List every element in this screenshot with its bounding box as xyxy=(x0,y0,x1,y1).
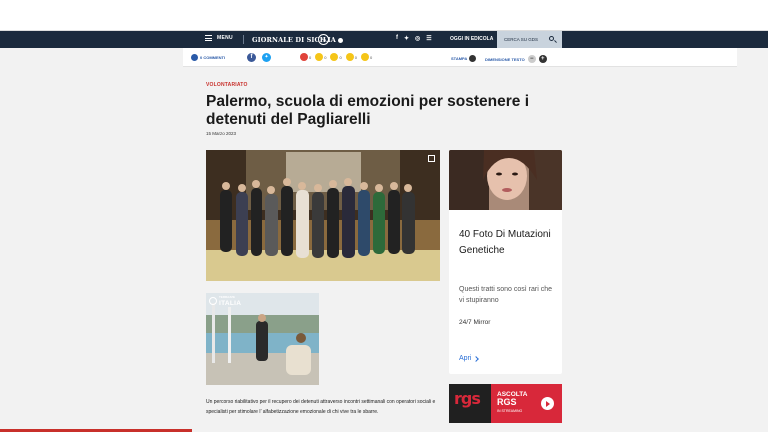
group-photo-illustration xyxy=(206,150,440,281)
nav-divider xyxy=(243,35,244,44)
terrazze-italia-logo: TERRAZZE ITALIA xyxy=(209,295,241,307)
search-icon[interactable] xyxy=(549,36,554,41)
search-label: CERCA SU GDS xyxy=(504,37,539,42)
menu-label: MENU xyxy=(217,35,233,41)
rgs-logo-panel: rgs xyxy=(449,384,491,423)
site-logo[interactable]: GIORNALE DI SICILIA xyxy=(252,36,343,44)
article-title: Palermo, scuola di emozioni per sostener… xyxy=(206,93,530,128)
instagram-icon[interactable]: ◎ xyxy=(415,35,420,42)
main-navbar: MENU GIORNALE DI SICILIA PA f ✦ ◎ ☰ OGGI… xyxy=(0,31,768,48)
menu-button[interactable]: MENU xyxy=(205,35,233,41)
text-size-control: DIMENSIONE TESTO − + xyxy=(485,55,547,63)
ad-open-link[interactable]: Apri xyxy=(459,355,480,362)
reaction-laugh[interactable]: 0 xyxy=(360,53,372,61)
chevron-right-icon xyxy=(473,355,480,362)
expand-photo-icon[interactable] xyxy=(428,155,435,162)
print-button[interactable]: STAMPA xyxy=(451,55,477,62)
ad-open-label: Apri xyxy=(459,355,472,362)
ad-strip-border xyxy=(0,0,768,31)
rss-icon[interactable]: ☰ xyxy=(426,35,431,42)
reaction-happy[interactable]: 0 xyxy=(345,53,357,61)
ad-description: Questi tratti sono così rari che vi stup… xyxy=(459,286,552,304)
radio-line-2: RGS xyxy=(497,397,517,407)
decrease-text-icon[interactable]: − xyxy=(527,55,536,63)
comments-link[interactable]: 0 COMMENTI xyxy=(191,54,225,61)
article-body-text: Un percorso riabilitativo per il recuper… xyxy=(206,399,436,415)
reactions-bar: 0 0 0 0 0 xyxy=(300,53,372,61)
share-facebook-icon[interactable]: f xyxy=(247,53,256,62)
twitter-icon[interactable]: ✦ xyxy=(404,35,409,42)
comments-label: 0 COMMENTI xyxy=(200,55,226,60)
top-ad-strip xyxy=(0,0,768,31)
facebook-icon[interactable]: f xyxy=(396,35,398,42)
reaction-angry[interactable]: 0 xyxy=(300,53,311,61)
rgs-logo: rgs xyxy=(454,389,481,408)
article-main-photo[interactable] xyxy=(206,150,440,281)
logo-emblem-icon xyxy=(209,297,217,306)
social-links: f ✦ ◎ ☰ xyxy=(396,35,432,42)
reaction-neutral[interactable]: 0 xyxy=(330,53,342,61)
laughing-face-icon xyxy=(360,53,369,61)
terrace-photo-illustration xyxy=(206,293,319,385)
sad-face-icon xyxy=(315,53,324,61)
print-label: STAMPA xyxy=(451,56,468,61)
text-size-label: DIMENSIONE TESTO xyxy=(485,56,525,62)
city-edition-badge[interactable]: PA xyxy=(318,34,329,45)
print-icon xyxy=(469,55,477,62)
hamburger-icon xyxy=(205,35,212,41)
comment-bubble-icon xyxy=(191,54,198,61)
happy-face-icon xyxy=(345,53,354,61)
radio-streaming-banner[interactable]: rgs ASCOLTA RGS IN STREAMING xyxy=(449,384,562,423)
ad-source: 24/7 Mirror xyxy=(459,319,491,326)
radio-line-3: IN STREAMING xyxy=(497,409,523,413)
increase-text-icon[interactable]: + xyxy=(538,55,547,63)
reaction-sad[interactable]: 0 xyxy=(315,53,326,61)
article-date: 15 Marzo 2023 xyxy=(206,131,237,136)
share-twitter-icon[interactable]: ✦ xyxy=(262,53,271,62)
sponsored-ad-card[interactable]: 40 Foto Di Mutazioni Genetiche Questi tr… xyxy=(449,150,562,374)
article-category[interactable]: VOLONTARIATO xyxy=(206,82,248,88)
ad-title[interactable]: 40 Foto Di Mutazioni Genetiche xyxy=(459,227,555,259)
neutral-face-icon xyxy=(330,53,339,61)
play-icon[interactable] xyxy=(541,397,554,410)
article-secondary-photo[interactable]: TERRAZZE ITALIA xyxy=(206,293,319,385)
angry-face-icon xyxy=(300,53,308,61)
logo-seal-icon xyxy=(337,37,343,43)
search-box[interactable]: CERCA SU GDS xyxy=(497,31,562,48)
ad-portrait-illustration xyxy=(449,150,562,210)
edicola-link[interactable]: OGGI IN EDICOLA xyxy=(450,36,493,42)
article-toolbar: 0 COMMENTI f ✦ 0 0 0 0 0 STAMPA DIMENSIO… xyxy=(183,48,737,67)
ad-image[interactable] xyxy=(449,150,562,210)
